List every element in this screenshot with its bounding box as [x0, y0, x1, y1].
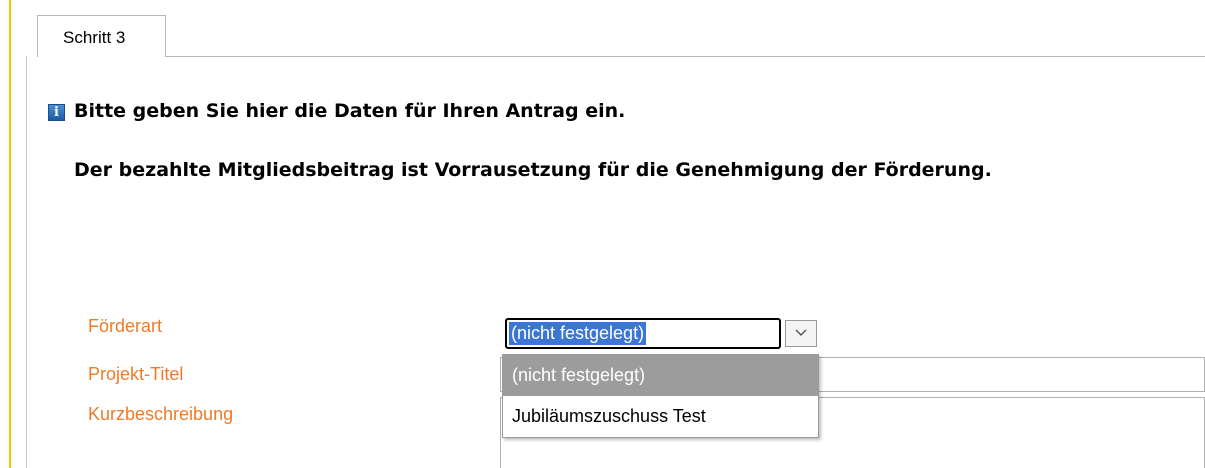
left-accent-bar — [9, 0, 11, 468]
page-heading: Bitte geben Sie hier die Daten für Ihren… — [74, 100, 626, 122]
kurzbeschreibung-label: Kurzbeschreibung — [88, 404, 234, 424]
content-left-border — [26, 56, 27, 468]
foerderart-dropdown-list: (nicht festgelegt) Jubiläumszuschuss Tes… — [502, 354, 819, 438]
tab-bar-divider — [166, 56, 1205, 57]
dropdown-option[interactable]: (nicht festgelegt) — [503, 355, 818, 396]
chevron-down-icon — [795, 329, 807, 337]
foerderart-select-field[interactable]: (nicht festgelegt) — [505, 318, 781, 349]
projekt-titel-label: Projekt-Titel — [88, 364, 184, 384]
dropdown-toggle-button[interactable] — [785, 320, 817, 347]
tab-label: Schritt 3 — [63, 28, 126, 47]
info-icon: i — [48, 104, 65, 121]
tab-schritt-3[interactable]: Schritt 3 — [37, 15, 166, 57]
dropdown-option[interactable]: Jubiläumszuschuss Test — [503, 396, 818, 437]
foerderart-label: Förderart — [88, 316, 163, 336]
page-subheading: Der bezahlte Mitgliedsbeitrag ist Vorrau… — [74, 159, 992, 181]
foerderart-selected-value: (nicht festgelegt) — [507, 321, 648, 346]
foerderart-select[interactable]: (nicht festgelegt) — [505, 318, 817, 349]
